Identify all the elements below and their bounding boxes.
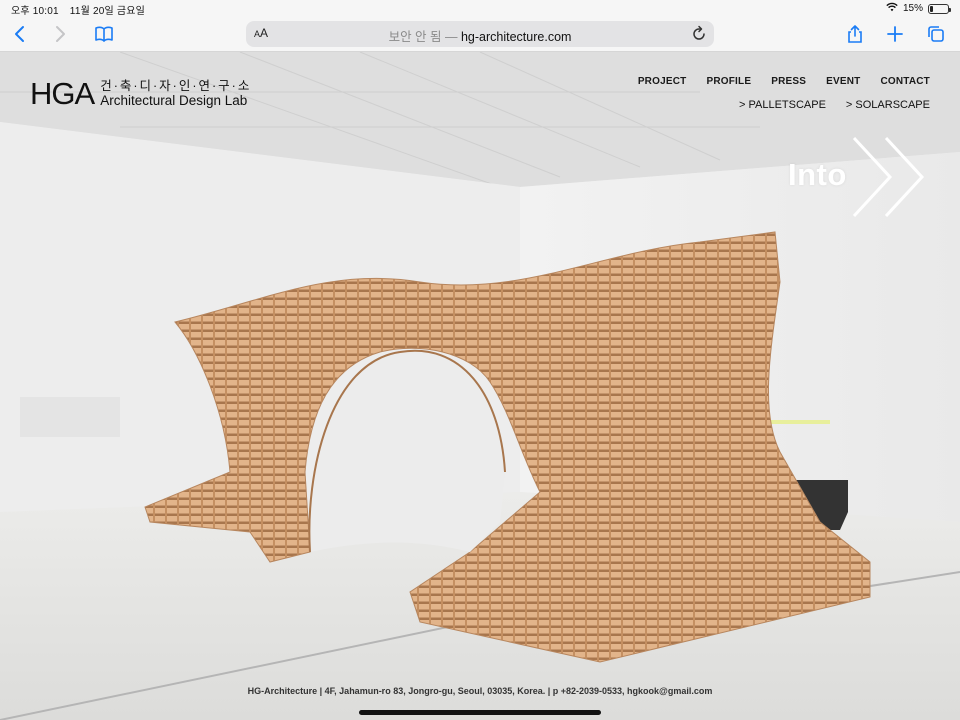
site-logo[interactable]: HGA 건·축·디·자·인·연·구·소 Architectural Design…: [30, 78, 251, 109]
hero-section: HGA 건·축·디·자·인·연·구·소 Architectural Design…: [0, 52, 960, 720]
into-button[interactable]: Into: [788, 136, 933, 218]
share-icon[interactable]: [843, 22, 867, 46]
browser-toolbar: AA 보안 안 됨 — hg-architecture.com: [0, 16, 960, 52]
nav-project[interactable]: PROJECT: [638, 76, 687, 87]
status-left: 오후 10:01 11월 20일 금요일: [11, 2, 145, 17]
nav-profile[interactable]: PROFILE: [706, 76, 751, 87]
wifi-icon: [886, 2, 898, 15]
url-text: hg-architecture.com: [460, 30, 572, 44]
status-right: 15%: [886, 2, 951, 15]
logo-text: 건·축·디·자·인·연·구·소 Architectural Design Lab: [100, 78, 252, 108]
double-chevron-right-icon: [852, 136, 925, 218]
url-security-prefix: 보안 안 됨 —: [388, 30, 458, 44]
battery-icon: [928, 3, 951, 14]
site-footer: HG-Architecture | 4F, Jahamun-ro 83, Jon…: [247, 686, 713, 696]
subnav-solarscape[interactable]: > SOLARSCAPE: [846, 99, 930, 111]
nav-press[interactable]: PRESS: [771, 76, 806, 87]
sub-nav: > PALLETSCAPE > SOLARSCAPE: [739, 99, 930, 111]
nav-contact[interactable]: CONTACT: [880, 76, 930, 87]
subnav-palletscape[interactable]: > PALLETSCAPE: [739, 99, 826, 111]
address-bar[interactable]: AA 보안 안 됨 — hg-architecture.com: [246, 21, 714, 47]
logo-korean: 건·축·디·자·인·연·구·소: [100, 78, 252, 93]
back-icon[interactable]: [8, 22, 32, 46]
url-display[interactable]: 보안 안 됨 — hg-architecture.com: [246, 26, 714, 45]
nav-event[interactable]: EVENT: [826, 76, 860, 87]
tabs-overview-icon[interactable]: [924, 22, 948, 46]
home-indicator: [359, 710, 601, 715]
main-nav: PROJECT PROFILE PRESS EVENT CONTACT: [638, 76, 930, 87]
logo-english: Architectural Design Lab: [100, 93, 248, 108]
reload-icon[interactable]: [690, 25, 708, 43]
status-bar: 오후 10:01 11월 20일 금요일 15%: [0, 0, 960, 17]
bookmarks-icon[interactable]: [92, 22, 116, 46]
new-tab-icon[interactable]: [883, 22, 907, 46]
into-label: Into: [788, 157, 847, 192]
logo-mark: HGA: [30, 76, 95, 111]
forward-icon[interactable]: [48, 22, 72, 46]
battery-percent: 15%: [902, 3, 923, 14]
